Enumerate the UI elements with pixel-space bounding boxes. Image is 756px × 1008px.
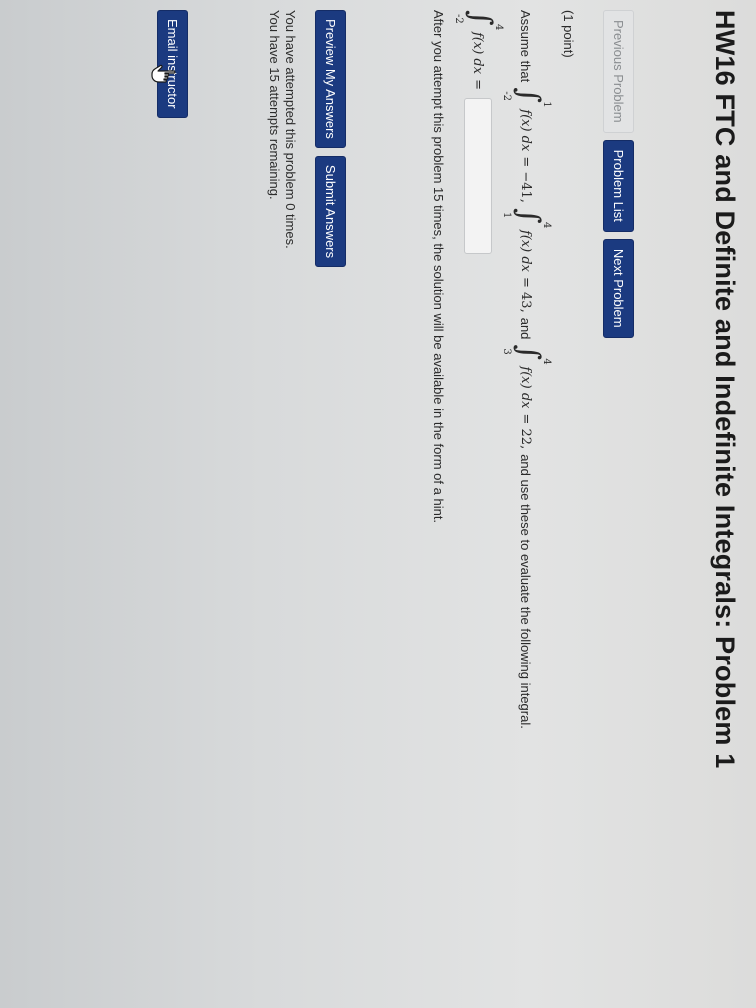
integral-3-integrand: f(x) dx — [518, 366, 534, 409]
integral-1-value: = −41, — [518, 156, 534, 203]
problem-list-button[interactable]: Problem List — [603, 139, 634, 232]
next-problem-button[interactable]: Next Problem — [603, 238, 634, 338]
integral-1-upper: 1 — [541, 101, 552, 108]
page-title: HW16 FTC and Definite and Indefinite Int… — [710, 10, 740, 769]
previous-problem-button[interactable]: Previous Problem — [603, 10, 634, 133]
problem-navigation: Previous Problem Problem List Next Probl… — [603, 10, 634, 338]
preview-answers-button[interactable]: Preview My Answers — [315, 10, 346, 148]
and-text: and — [518, 317, 534, 340]
instruction-text: and use these to evaluate the following … — [518, 454, 534, 729]
problem-statement: Assume that ∫ 1 -2 f(x) dx = −41, ∫ 4 1 … — [501, 10, 552, 729]
integral-2-upper: 4 — [541, 221, 552, 229]
point-value: (1 point) — [561, 10, 576, 58]
assume-text: Assume that — [518, 10, 534, 83]
integral-3: ∫ 4 3 — [501, 344, 552, 365]
hand-pointer-icon — [151, 64, 176, 83]
problem-page: HW16 FTC and Definite and Indefinite Int… — [0, 0, 756, 1008]
integral-1: ∫ 1 -2 — [501, 87, 552, 108]
submit-answers-button[interactable]: Submit Answers — [315, 155, 346, 268]
integral-3-upper: 4 — [541, 358, 552, 365]
integral-3-value: = 22, — [518, 413, 534, 450]
attempts-made-text: You have attempted this problem 0 times. — [283, 10, 298, 249]
integral-2-integrand: f(x) dx — [518, 229, 534, 273]
attempt-status: You have attempted this problem 0 times.… — [266, 10, 298, 249]
integral-1-integrand: f(x) dx — [518, 109, 534, 152]
target-integral-integrand: f(x) dx — [470, 32, 486, 75]
target-integral: ∫ 4 -2 — [453, 10, 504, 31]
target-integral-row: ∫ 4 -2 f(x) dx = — [453, 10, 504, 254]
target-equals: = — [470, 79, 486, 90]
integral-2-value: = 43, — [518, 277, 534, 313]
integral-3-lower: 3 — [501, 348, 512, 355]
answer-input[interactable] — [464, 97, 492, 254]
answer-actions: Preview My Answers Submit Answers — [315, 10, 346, 268]
target-integral-upper: 4 — [493, 24, 504, 31]
integral-1-lower: -2 — [501, 91, 512, 102]
attempts-remaining-text: You have 15 attempts remaining. — [267, 10, 282, 200]
target-integral-lower: -2 — [453, 14, 464, 24]
integral-2-lower: 1 — [501, 211, 512, 219]
solution-availability-note: After you attempt this problem 15 times,… — [431, 10, 446, 524]
photo-stage: HW16 FTC and Definite and Indefinite Int… — [0, 0, 756, 1008]
integral-2: ∫ 4 1 — [501, 207, 552, 229]
